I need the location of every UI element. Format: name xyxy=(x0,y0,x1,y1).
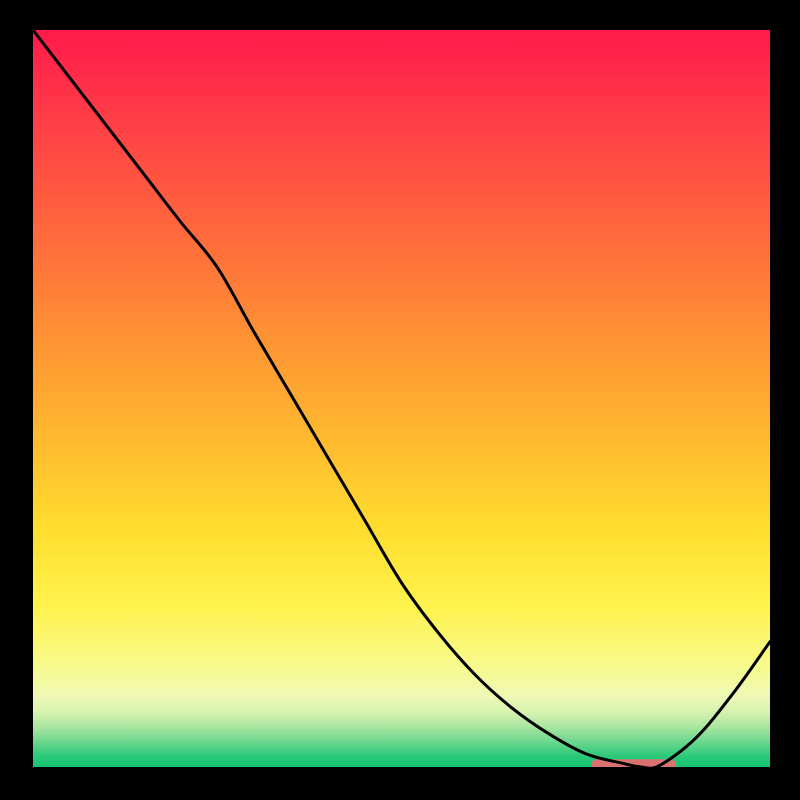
bottleneck-chart xyxy=(0,0,800,800)
chart-container: TheBottleneck.com xyxy=(0,0,800,800)
gradient-background xyxy=(33,30,770,767)
